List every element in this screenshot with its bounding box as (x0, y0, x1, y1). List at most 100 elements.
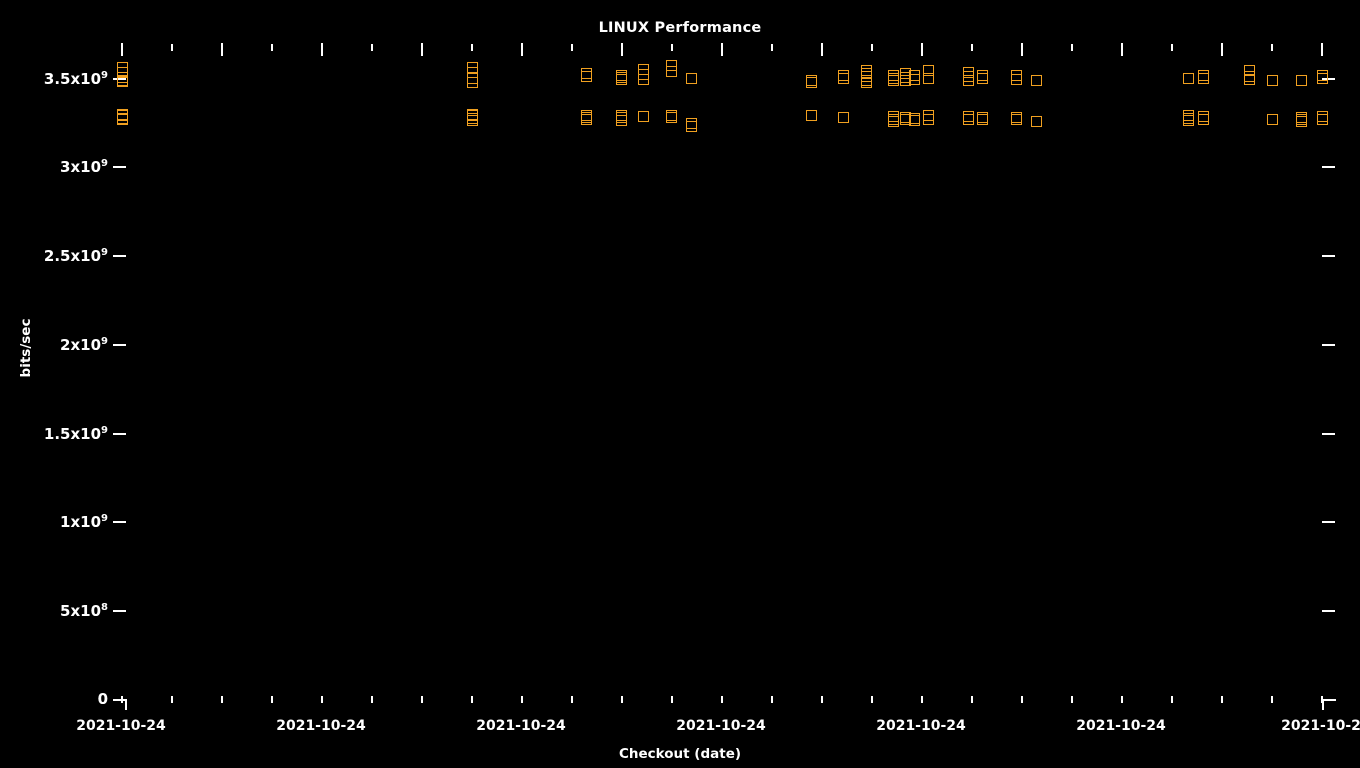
x-axis-tick-mark (421, 696, 423, 703)
data-point-marker (837, 111, 849, 123)
data-point-marker (1243, 74, 1255, 86)
x-axis-tick-label: 2021-10-24 (476, 718, 566, 734)
x-axis-tick-mark (1271, 696, 1273, 703)
x-axis-tick-mark (971, 696, 973, 703)
x-axis-tick-mark (1021, 43, 1023, 56)
data-point-marker (805, 110, 817, 122)
x-axis-tick-mark (371, 696, 373, 703)
y-axis-tick-mark (113, 521, 126, 524)
data-point-marker (1316, 113, 1328, 125)
data-point-marker (580, 114, 592, 126)
x-axis-tick-mark (221, 696, 223, 703)
data-point-marker (1030, 115, 1042, 127)
x-axis-tick-mark (971, 44, 973, 51)
x-axis-tick-mark (1271, 44, 1273, 51)
x-axis-tick-mark (171, 44, 173, 51)
x-axis-tick-mark (771, 696, 773, 703)
data-point-marker (685, 121, 697, 133)
data-point-marker (887, 115, 899, 127)
x-axis-tick-mark (1321, 696, 1323, 703)
x-axis-tick-mark (1221, 43, 1223, 56)
data-point-marker (466, 114, 478, 126)
data-point-marker (1010, 73, 1022, 85)
y-axis-tick-mark-right (1322, 521, 1335, 524)
y-axis-tick-mark (113, 610, 126, 613)
x-axis-tick-mark (1171, 44, 1173, 51)
data-point-marker (922, 73, 934, 85)
x-axis-tick-mark (1221, 696, 1223, 703)
y-axis-tick-label: 0 (97, 690, 108, 708)
x-axis-tick-mark (921, 696, 923, 703)
y-axis-tick-mark (113, 432, 126, 435)
x-axis-tick-mark (571, 696, 573, 703)
x-axis-tick-mark (821, 43, 823, 56)
y-axis-tick-mark (113, 255, 126, 258)
data-point-marker (962, 113, 974, 125)
chart-canvas: LINUX Performance bits/sec Checkout (dat… (0, 0, 1360, 768)
data-point-marker (1197, 113, 1209, 125)
x-axis-tick-mark (271, 44, 273, 51)
x-axis-tick-mark (1021, 696, 1023, 703)
data-point-marker (665, 65, 677, 77)
data-point-marker (1030, 74, 1042, 86)
data-point-marker (685, 73, 697, 85)
x-axis-tick-mark (671, 696, 673, 703)
data-point-marker (908, 115, 920, 127)
data-point-marker (1316, 73, 1328, 85)
data-point-marker (580, 70, 592, 82)
x-axis-tick-mark (121, 43, 123, 56)
x-axis-tick-mark (771, 44, 773, 51)
x-axis-tick-mark (921, 43, 923, 56)
data-point-marker (665, 112, 677, 124)
y-axis-tick-mark (113, 343, 126, 346)
x-axis-tick-mark (671, 44, 673, 51)
x-axis-tick-mark (471, 44, 473, 51)
y-axis-tick-mark-right (1322, 343, 1335, 346)
x-axis-tick-mark (721, 696, 723, 703)
data-point-marker (962, 74, 974, 86)
data-point-marker (116, 114, 128, 126)
x-axis-tick-mark (621, 696, 623, 703)
x-axis-tick-mark (1171, 696, 1173, 703)
axis-origin-corner (113, 699, 127, 713)
plot-area: 0 5x108 1x109 1.5x109 2x109 2.5x109 3x109 3.5x1… (0, 0, 1360, 768)
y-axis-tick-label: 2.5x109 (43, 247, 108, 266)
data-point-marker (637, 111, 649, 123)
x-axis-tick-mark (471, 696, 473, 703)
y-axis-tick-label: 3.5x109 (43, 69, 108, 88)
x-axis-tick-label: 2021-10-24 (1076, 718, 1166, 734)
x-axis-tick-mark (321, 696, 323, 703)
x-axis-tick-mark (321, 43, 323, 56)
x-axis-tick-mark (171, 696, 173, 703)
data-point-marker (922, 113, 934, 125)
x-axis-tick-mark (821, 696, 823, 703)
x-axis-tick-mark (871, 696, 873, 703)
data-point-marker (837, 73, 849, 85)
y-axis-tick-label: 2x109 (60, 335, 108, 354)
x-axis-tick-mark (421, 43, 423, 56)
data-point-marker (615, 114, 627, 126)
x-axis-tick-mark (1121, 43, 1123, 56)
data-point-marker (1266, 113, 1278, 125)
y-axis-tick-mark-right (1322, 432, 1335, 435)
data-point-marker (615, 74, 627, 86)
x-axis-tick-label: 2021-10-24 (276, 718, 366, 734)
x-axis-tick-mark (1121, 696, 1123, 703)
data-point-marker (860, 77, 872, 89)
y-axis-tick-label: 5x108 (60, 602, 108, 621)
data-point-marker (908, 74, 920, 86)
data-point-marker (887, 75, 899, 87)
y-axis-tick-mark-right (1322, 255, 1335, 258)
x-axis-tick-mark (871, 44, 873, 51)
x-axis-tick-label: 2021-10-24 (676, 718, 766, 734)
y-axis-tick-mark-right (1322, 610, 1335, 613)
axis-origin-corner-right (1322, 699, 1336, 713)
x-axis-tick-mark (721, 43, 723, 56)
x-axis-tick-label: 2021-10-2 (1281, 718, 1360, 734)
data-point-marker (1010, 113, 1022, 125)
data-point-marker (1182, 115, 1194, 127)
data-point-marker (1266, 74, 1278, 86)
data-point-marker (1295, 116, 1307, 128)
y-axis-tick-label: 1.5x109 (43, 424, 108, 443)
x-axis-tick-mark (1321, 43, 1323, 56)
